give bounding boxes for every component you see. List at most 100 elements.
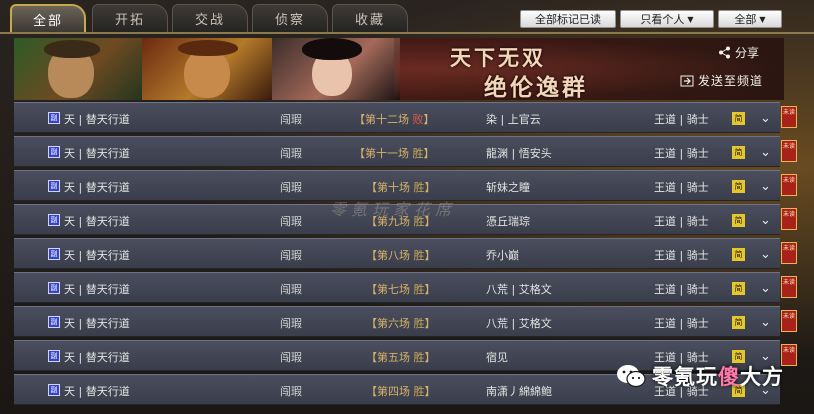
level-badge: 简 <box>732 214 745 227</box>
scope-dropdown-value: 全部 <box>734 13 757 26</box>
report-row[interactable]: 副 天 | 替天行道 闯瑕 【第十一场 胜】 龍渊 | 悟安头 王道 | 骑士 … <box>14 136 780 167</box>
map-name: 闯瑕 <box>280 317 302 330</box>
player-role: 王道 | 骑士 <box>654 283 709 296</box>
player-role: 王道 | 骑士 <box>654 147 709 160</box>
team-badge: 副 <box>48 112 60 124</box>
team-name: 天 | 替天行道 <box>64 283 130 296</box>
report-row[interactable]: 副 天 | 替天行道 闯瑕 【第十二场 败】 染 | 上官云 王道 | 骑士 简… <box>14 102 780 133</box>
tab-bar: 全部 开拓 交战 侦察 收藏 全部标记已读 只看个人 ▼ 全部 ▼ <box>0 0 814 36</box>
player-role: 王道 | 骑士 <box>654 181 709 194</box>
result-win: 胜 <box>413 317 425 330</box>
game-result: 【第十一场 胜】 <box>354 147 435 160</box>
opponent-name: 斩妹之瞳 <box>486 181 530 194</box>
chevron-down-icon[interactable]: ⌄ <box>760 213 771 228</box>
tab-favorites[interactable]: 收藏 <box>332 4 408 32</box>
share-button[interactable]: 分享 <box>718 44 759 61</box>
hero-portrait-3 <box>272 38 400 100</box>
triangle-down-icon: ▼ <box>759 14 766 24</box>
level-badge: 简 <box>732 146 745 159</box>
opponent-name: 龍渊 | 悟安头 <box>486 147 552 160</box>
team-badge: 副 <box>48 316 60 328</box>
player-role: 王道 | 骑士 <box>654 215 709 228</box>
unread-ribbon: 未读 <box>781 242 797 264</box>
level-badge: 简 <box>732 248 745 261</box>
chevron-down-icon[interactable]: ⌄ <box>760 247 771 262</box>
game-result: 【第四场 胜】 <box>366 385 436 398</box>
wechat-icon <box>617 365 646 388</box>
map-name: 闯瑕 <box>280 215 302 228</box>
opponent-name: 八荒 | 艾格文 <box>486 317 552 330</box>
opponent-name: 乔小巅 <box>486 249 519 262</box>
team-badge: 副 <box>48 350 60 362</box>
unread-ribbon: 未读 <box>781 106 797 128</box>
result-win: 胜 <box>413 351 425 364</box>
team-name: 天 | 替天行道 <box>64 147 130 160</box>
hero-portrait-2 <box>142 38 272 100</box>
game-result: 【第六场 胜】 <box>366 317 436 330</box>
scope-dropdown[interactable]: 全部 ▼ <box>718 10 782 28</box>
level-badge: 简 <box>732 180 745 193</box>
game-result: 【第十二场 败】 <box>354 113 435 126</box>
wechat-watermark: 零氪玩傻大方 <box>616 358 806 394</box>
tab-divider <box>0 32 814 34</box>
tab-all[interactable]: 全部 <box>10 4 86 32</box>
team-badge: 副 <box>48 180 60 192</box>
team-badge: 副 <box>48 384 60 396</box>
level-badge: 简 <box>732 316 745 329</box>
promo-banner: 天下无双 绝伦逸群 分享 发送至频道 <box>14 38 784 100</box>
unread-ribbon: 未读 <box>781 208 797 230</box>
map-name: 闯瑕 <box>280 249 302 262</box>
map-name: 闯瑕 <box>280 351 302 364</box>
map-name: 闯瑕 <box>280 147 302 160</box>
filter-dropdown[interactable]: 只看个人 ▼ <box>620 10 714 28</box>
chevron-down-icon[interactable]: ⌄ <box>760 111 771 126</box>
send-to-channel-button[interactable]: 发送至频道 <box>680 72 763 89</box>
result-win: 胜 <box>413 181 425 194</box>
share-icon <box>719 46 730 59</box>
team-name: 天 | 替天行道 <box>64 113 130 126</box>
wechat-text-prefix: 零氪玩 <box>652 365 718 389</box>
app-frame: 全部 开拓 交战 侦察 收藏 全部标记已读 只看个人 ▼ 全部 ▼ 天下无双 绝… <box>0 0 814 414</box>
tab-battle[interactable]: 交战 <box>172 4 248 32</box>
filter-dropdown-value: 只看个人 <box>640 13 685 26</box>
team-name: 天 | 替天行道 <box>64 385 130 398</box>
level-badge: 简 <box>732 282 745 295</box>
unread-ribbon: 未读 <box>781 276 797 298</box>
team-badge: 副 <box>48 214 60 226</box>
report-row[interactable]: 副 天 | 替天行道 闯瑕 【第六场 胜】 八荒 | 艾格文 王道 | 骑士 简… <box>14 306 780 337</box>
wechat-text-highlight: 傻 <box>718 365 740 389</box>
map-name: 闯瑕 <box>280 181 302 194</box>
unread-ribbon: 未读 <box>781 310 797 332</box>
tab-scout[interactable]: 侦察 <box>252 4 328 32</box>
team-badge: 副 <box>48 282 60 294</box>
send-to-channel-label: 发送至频道 <box>698 74 764 88</box>
result-lose: 败 <box>412 113 424 126</box>
opponent-name: 南潇丿綿綿鲍 <box>486 385 552 398</box>
team-name: 天 | 替天行道 <box>64 215 130 228</box>
unread-ribbon: 未读 <box>781 174 797 196</box>
map-name: 闯瑕 <box>280 385 302 398</box>
map-name: 闯瑕 <box>280 283 302 296</box>
watermark-text: 零氪玩家花席 <box>330 200 457 219</box>
team-badge: 副 <box>48 146 60 158</box>
opponent-name: 憑丘瑞琮 <box>486 215 530 228</box>
report-row[interactable]: 副 天 | 替天行道 闯瑕 【第七场 胜】 八荒 | 艾格文 王道 | 骑士 简… <box>14 272 780 303</box>
game-result: 【第七场 胜】 <box>366 283 436 296</box>
report-row[interactable]: 副 天 | 替天行道 闯瑕 【第八场 胜】 乔小巅 王道 | 骑士 简 ⌄ <box>14 238 780 269</box>
mark-all-read-button[interactable]: 全部标记已读 <box>520 10 616 28</box>
chevron-down-icon[interactable]: ⌄ <box>760 145 771 160</box>
team-name: 天 | 替天行道 <box>64 317 130 330</box>
result-win: 胜 <box>413 249 425 262</box>
opponent-name: 八荒 | 艾格文 <box>486 283 552 296</box>
banner-slogan-line2: 绝伦逸群 <box>484 74 588 100</box>
result-win: 胜 <box>413 283 425 296</box>
chevron-down-icon[interactable]: ⌄ <box>760 179 771 194</box>
player-role: 王道 | 骑士 <box>654 113 709 126</box>
wechat-text-suffix: 大方 <box>740 365 784 389</box>
chevron-down-icon[interactable]: ⌄ <box>760 281 771 296</box>
chevron-down-icon[interactable]: ⌄ <box>760 315 771 330</box>
tab-explore[interactable]: 开拓 <box>92 4 168 32</box>
game-result: 【第八场 胜】 <box>366 249 436 262</box>
player-role: 王道 | 骑士 <box>654 317 709 330</box>
team-badge: 副 <box>48 248 60 260</box>
